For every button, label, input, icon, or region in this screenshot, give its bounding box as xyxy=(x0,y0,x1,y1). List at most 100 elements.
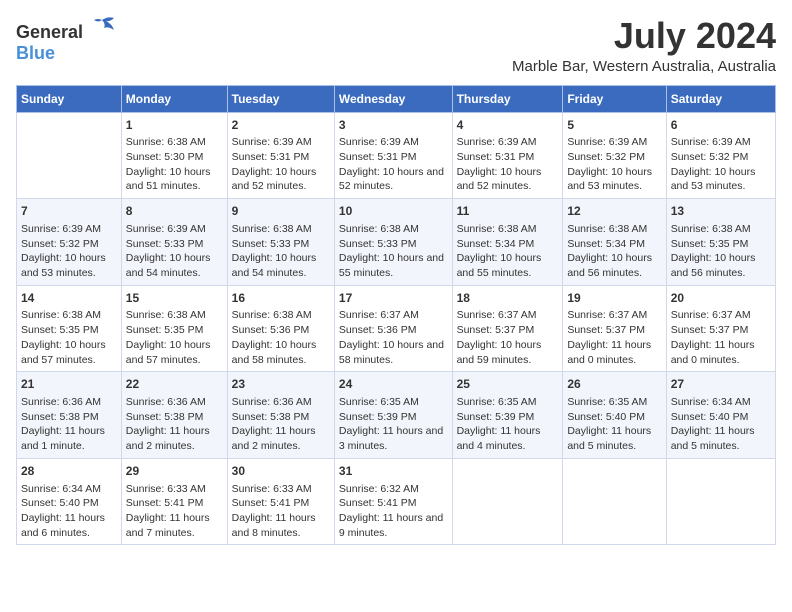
day-info: Sunrise: 6:38 AMSunset: 5:35 PMDaylight:… xyxy=(671,222,771,281)
header-day-friday: Friday xyxy=(563,85,666,112)
calendar-cell: 22 Sunrise: 6:36 AMSunset: 5:38 PMDayligh… xyxy=(121,372,227,459)
calendar-cell: 5Sunrise: 6:39 AMSunset: 5:32 PMDaylight… xyxy=(563,112,666,199)
calendar-cell: 12Sunrise: 6:38 AMSunset: 5:34 PMDayligh… xyxy=(563,199,666,286)
week-row-5: 28 Sunrise: 6:34 AMSunset: 5:40 PMDayligh… xyxy=(17,458,776,545)
day-info: Sunrise: 6:39 AMSunset: 5:32 PMDaylight:… xyxy=(21,222,117,281)
title-block: July 2024 Marble Bar, Western Australia,… xyxy=(512,16,776,75)
day-info: Sunrise: 6:38 AMSunset: 5:34 PMDaylight:… xyxy=(457,222,559,281)
calendar-cell: 17Sunrise: 6:37 AMSunset: 5:36 PMDayligh… xyxy=(334,285,452,372)
calendar-cell: 4Sunrise: 6:39 AMSunset: 5:31 PMDaylight… xyxy=(452,112,563,199)
day-number: 11 xyxy=(457,203,559,220)
day-info: Sunrise: 6:37 AMSunset: 5:37 PMDaylight:… xyxy=(567,308,661,367)
day-number: 24 xyxy=(339,376,448,393)
week-row-1: 1Sunrise: 6:38 AMSunset: 5:30 PMDaylight… xyxy=(17,112,776,199)
day-number: 29 xyxy=(126,463,223,480)
day-info: Sunrise: 6:39 AMSunset: 5:32 PMDaylight:… xyxy=(567,135,661,194)
day-info: Sunrise: 6:38 AMSunset: 5:34 PMDaylight:… xyxy=(567,222,661,281)
calendar-header: SundayMondayTuesdayWednesdayThursdayFrid… xyxy=(17,85,776,112)
calendar-cell xyxy=(452,458,563,545)
day-number: 7 xyxy=(21,203,117,220)
day-number: 23 xyxy=(232,376,330,393)
calendar-cell xyxy=(666,458,775,545)
week-row-2: 7 Sunrise: 6:39 AMSunset: 5:32 PMDaylight… xyxy=(17,199,776,286)
calendar-cell xyxy=(563,458,666,545)
main-title: July 2024 xyxy=(512,16,776,56)
calendar-cell: 1Sunrise: 6:38 AMSunset: 5:30 PMDaylight… xyxy=(121,112,227,199)
day-number: 4 xyxy=(457,117,559,134)
calendar-body: 1Sunrise: 6:38 AMSunset: 5:30 PMDaylight… xyxy=(17,112,776,545)
calendar-cell: 2Sunrise: 6:39 AMSunset: 5:31 PMDaylight… xyxy=(227,112,334,199)
day-info: Sunrise: 6:36 AMSunset: 5:38 PMDaylight:… xyxy=(126,395,223,454)
day-number: 19 xyxy=(567,290,661,307)
day-info: Sunrise: 6:35 AMSunset: 5:39 PMDaylight:… xyxy=(339,395,448,454)
day-info: Sunrise: 6:32 AMSunset: 5:41 PMDaylight:… xyxy=(339,482,448,541)
day-number: 6 xyxy=(671,117,771,134)
subtitle: Marble Bar, Western Australia, Australia xyxy=(512,58,776,75)
day-number: 8 xyxy=(126,203,223,220)
day-number: 31 xyxy=(339,463,448,480)
calendar-cell: 18Sunrise: 6:37 AMSunset: 5:37 PMDayligh… xyxy=(452,285,563,372)
day-info: Sunrise: 6:34 AMSunset: 5:40 PMDaylight:… xyxy=(21,482,117,541)
day-info: Sunrise: 6:36 AMSunset: 5:38 PMDaylight:… xyxy=(232,395,330,454)
week-row-4: 21 Sunrise: 6:36 AMSunset: 5:38 PMDayligh… xyxy=(17,372,776,459)
day-info: Sunrise: 6:33 AMSunset: 5:41 PMDaylight:… xyxy=(232,482,330,541)
logo: General Blue xyxy=(16,16,116,64)
day-number: 2 xyxy=(232,117,330,134)
calendar-cell: 20Sunrise: 6:37 AMSunset: 5:37 PMDayligh… xyxy=(666,285,775,372)
calendar-cell: 8 Sunrise: 6:39 AMSunset: 5:33 PMDaylight… xyxy=(121,199,227,286)
day-info: Sunrise: 6:33 AMSunset: 5:41 PMDaylight:… xyxy=(126,482,223,541)
day-info: Sunrise: 6:39 AMSunset: 5:31 PMDaylight:… xyxy=(457,135,559,194)
day-number: 17 xyxy=(339,290,448,307)
week-row-3: 14Sunrise: 6:38 AMSunset: 5:35 PMDayligh… xyxy=(17,285,776,372)
day-number: 21 xyxy=(21,376,117,393)
day-info: Sunrise: 6:39 AMSunset: 5:31 PMDaylight:… xyxy=(339,135,448,194)
logo-blue: Blue xyxy=(16,43,55,63)
header-row: SundayMondayTuesdayWednesdayThursdayFrid… xyxy=(17,85,776,112)
calendar-cell: 25Sunrise: 6:35 AMSunset: 5:39 PMDayligh… xyxy=(452,372,563,459)
day-info: Sunrise: 6:35 AMSunset: 5:39 PMDaylight:… xyxy=(457,395,559,454)
day-info: Sunrise: 6:38 AMSunset: 5:30 PMDaylight:… xyxy=(126,135,223,194)
calendar-cell: 24 Sunrise: 6:35 AMSunset: 5:39 PMDayligh… xyxy=(334,372,452,459)
day-info: Sunrise: 6:38 AMSunset: 5:33 PMDaylight:… xyxy=(339,222,448,281)
logo-bird-icon xyxy=(88,16,116,38)
calendar-cell: 15Sunrise: 6:38 AMSunset: 5:35 PMDayligh… xyxy=(121,285,227,372)
day-info: Sunrise: 6:37 AMSunset: 5:37 PMDaylight:… xyxy=(457,308,559,367)
calendar-cell: 26 Sunrise: 6:35 AMSunset: 5:40 PMDayligh… xyxy=(563,372,666,459)
day-info: Sunrise: 6:39 AMSunset: 5:31 PMDaylight:… xyxy=(232,135,330,194)
header-day-tuesday: Tuesday xyxy=(227,85,334,112)
day-number: 1 xyxy=(126,117,223,134)
calendar-cell xyxy=(17,112,122,199)
day-info: Sunrise: 6:35 AMSunset: 5:40 PMDaylight:… xyxy=(567,395,661,454)
day-info: Sunrise: 6:37 AMSunset: 5:36 PMDaylight:… xyxy=(339,308,448,367)
day-info: Sunrise: 6:38 AMSunset: 5:35 PMDaylight:… xyxy=(21,308,117,367)
calendar-cell: 19Sunrise: 6:37 AMSunset: 5:37 PMDayligh… xyxy=(563,285,666,372)
calendar-cell: 30 Sunrise: 6:33 AMSunset: 5:41 PMDayligh… xyxy=(227,458,334,545)
header-day-thursday: Thursday xyxy=(452,85,563,112)
day-info: Sunrise: 6:39 AMSunset: 5:32 PMDaylight:… xyxy=(671,135,771,194)
calendar-cell: 27Sunrise: 6:34 AMSunset: 5:40 PMDayligh… xyxy=(666,372,775,459)
header-day-sunday: Sunday xyxy=(17,85,122,112)
calendar-cell: 13Sunrise: 6:38 AMSunset: 5:35 PMDayligh… xyxy=(666,199,775,286)
day-number: 22 xyxy=(126,376,223,393)
day-number: 14 xyxy=(21,290,117,307)
calendar-cell: 28 Sunrise: 6:34 AMSunset: 5:40 PMDayligh… xyxy=(17,458,122,545)
day-number: 26 xyxy=(567,376,661,393)
day-number: 18 xyxy=(457,290,559,307)
day-info: Sunrise: 6:36 AMSunset: 5:38 PMDaylight:… xyxy=(21,395,117,454)
day-number: 30 xyxy=(232,463,330,480)
header-day-wednesday: Wednesday xyxy=(334,85,452,112)
calendar-cell: 10 Sunrise: 6:38 AMSunset: 5:33 PMDayligh… xyxy=(334,199,452,286)
day-number: 10 xyxy=(339,203,448,220)
header-day-monday: Monday xyxy=(121,85,227,112)
day-info: Sunrise: 6:39 AMSunset: 5:33 PMDaylight:… xyxy=(126,222,223,281)
day-info: Sunrise: 6:37 AMSunset: 5:37 PMDaylight:… xyxy=(671,308,771,367)
calendar-table: SundayMondayTuesdayWednesdayThursdayFrid… xyxy=(16,85,776,546)
day-info: Sunrise: 6:38 AMSunset: 5:33 PMDaylight:… xyxy=(232,222,330,281)
day-number: 3 xyxy=(339,117,448,134)
calendar-cell: 31 Sunrise: 6:32 AMSunset: 5:41 PMDayligh… xyxy=(334,458,452,545)
day-info: Sunrise: 6:38 AMSunset: 5:36 PMDaylight:… xyxy=(232,308,330,367)
page-header: General Blue July 2024 Marble Bar, Weste… xyxy=(16,16,776,75)
day-number: 16 xyxy=(232,290,330,307)
day-number: 28 xyxy=(21,463,117,480)
calendar-cell: 6Sunrise: 6:39 AMSunset: 5:32 PMDaylight… xyxy=(666,112,775,199)
